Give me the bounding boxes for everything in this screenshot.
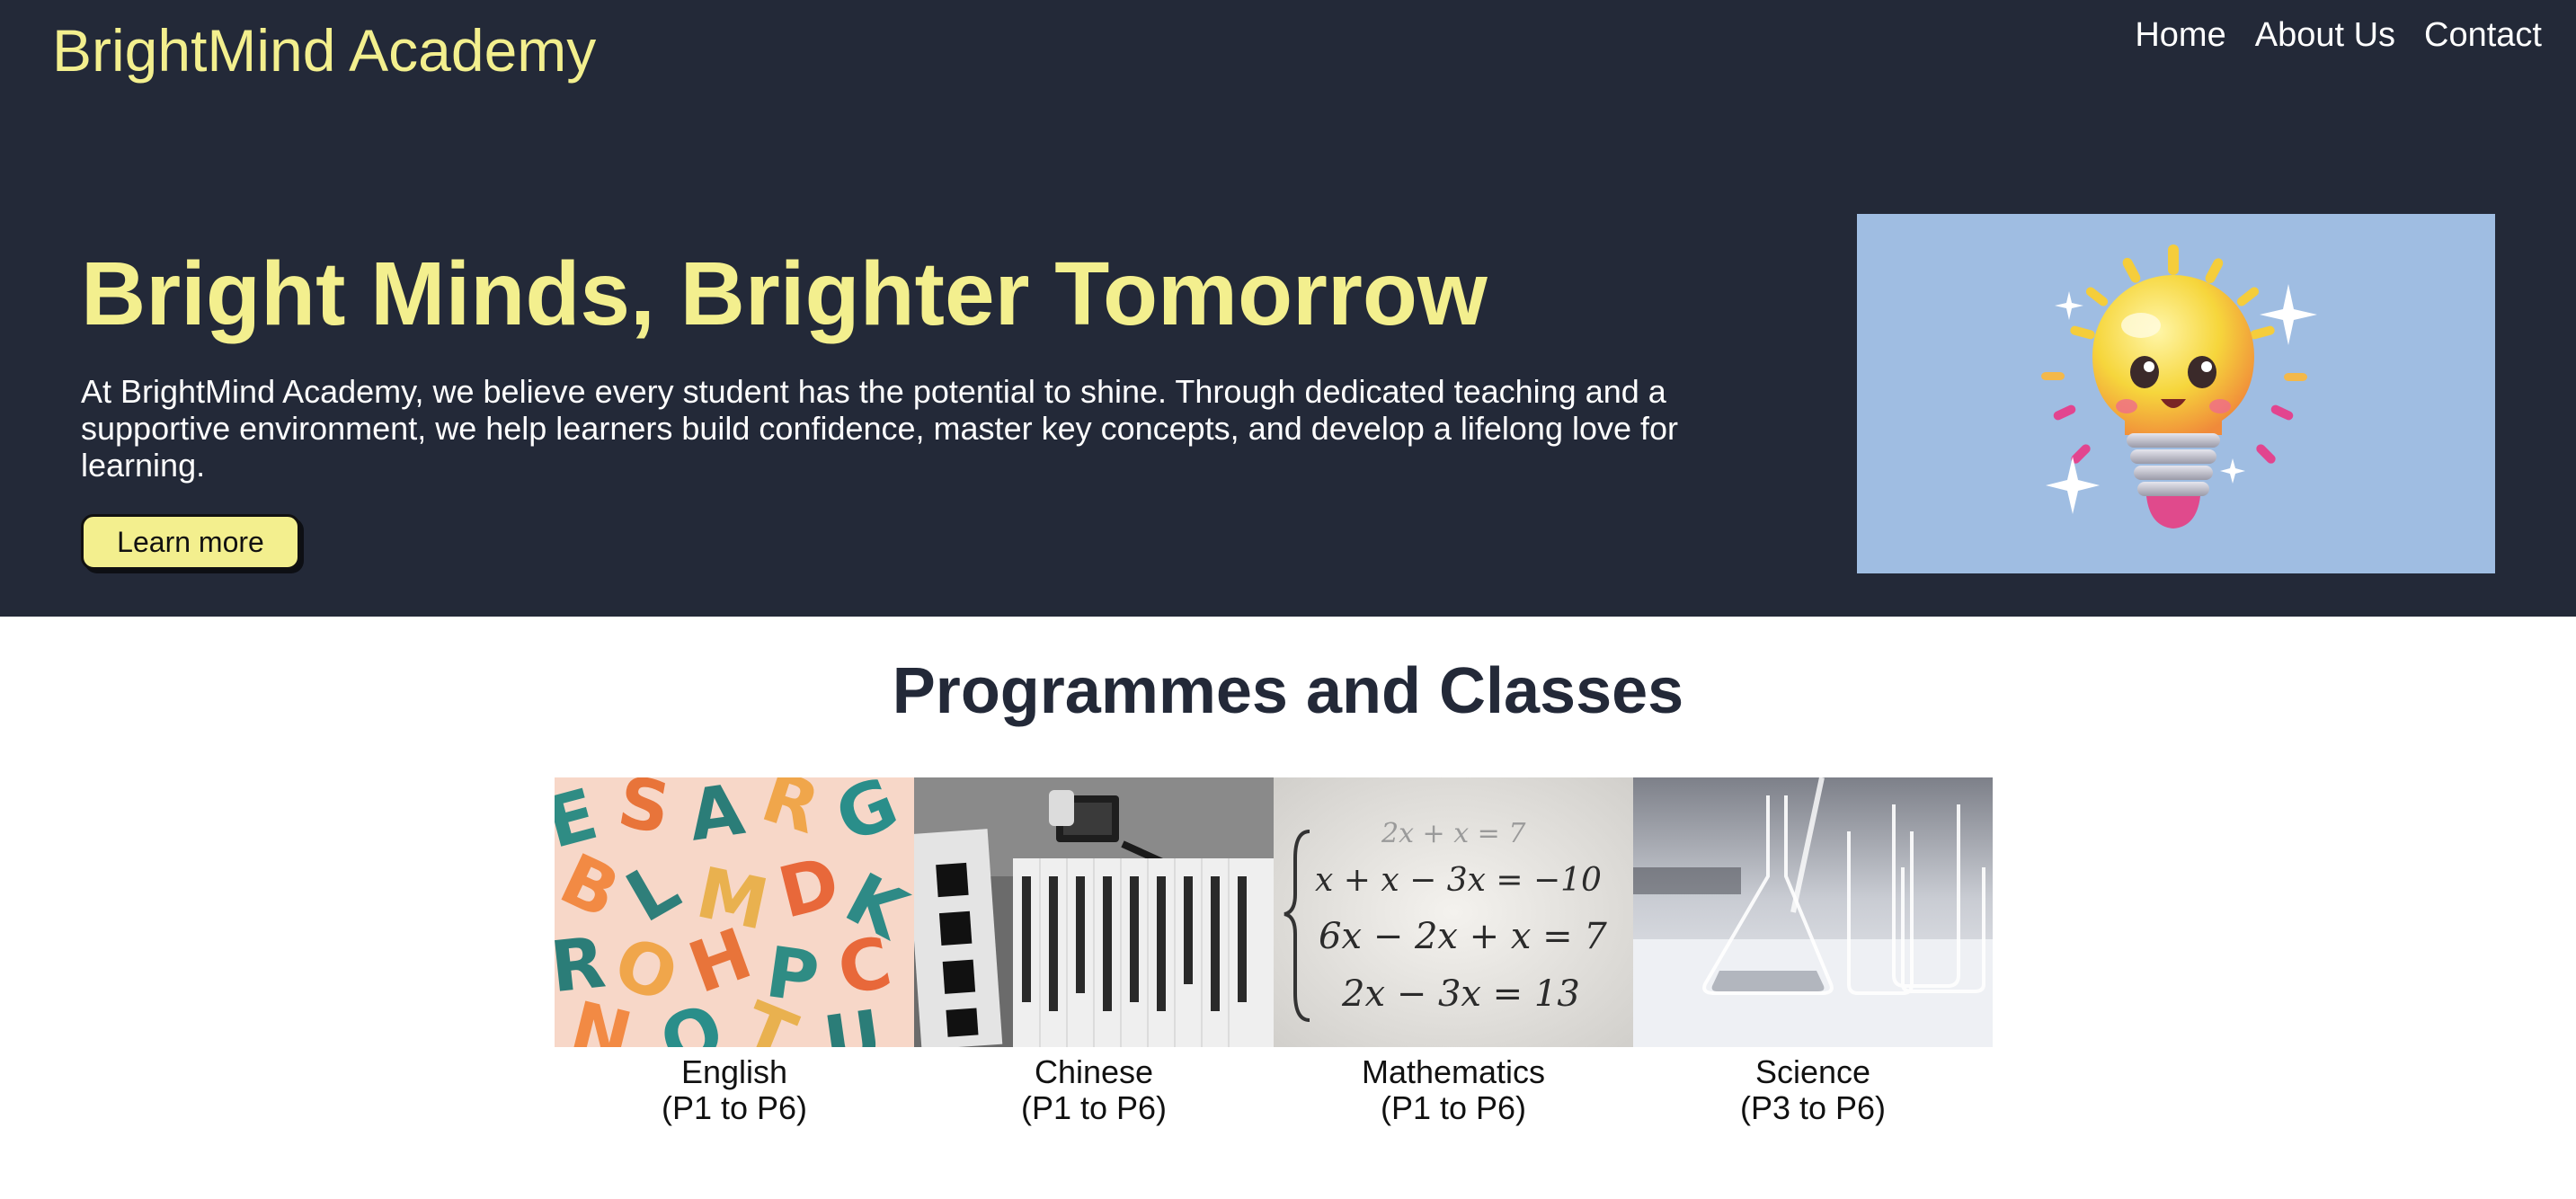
nav-about-link[interactable]: About Us xyxy=(2255,16,2395,55)
main-nav: Home About Us Contact xyxy=(2135,16,2542,55)
svg-text:x + x − 3x = −10: x + x − 3x = −10 xyxy=(1315,862,1602,899)
light-bulb-mascot-icon xyxy=(1857,214,2495,573)
hero-section: BrightMind Academy Home About Us Contact… xyxy=(0,0,2576,617)
learn-more-button[interactable]: Learn more xyxy=(81,514,300,570)
programmes-title: Programmes and Classes xyxy=(892,655,1684,727)
programme-level: (P1 to P6) xyxy=(661,1089,808,1126)
brand-logo-text[interactable]: BrightMind Academy xyxy=(52,16,596,84)
programme-level: (P3 to P6) xyxy=(1739,1089,1887,1126)
equations-photo-icon: 2x + x = 7 x + x − 3x = −10 6x − 2x + x … xyxy=(1274,777,1633,1047)
programme-level: (P1 to P6) xyxy=(1020,1089,1168,1126)
programme-card-science[interactable]: Science (P3 to P6) xyxy=(1633,777,1993,1126)
programme-card-english[interactable]: E S A R G B L M D K R O H P C N Q T U En… xyxy=(555,777,914,1126)
nav-home-link[interactable]: Home xyxy=(2135,16,2225,55)
svg-text:A: A xyxy=(684,777,749,857)
nav-contact-link[interactable]: Contact xyxy=(2424,16,2542,55)
chinese-calligraphy-photo-icon xyxy=(914,777,1274,1047)
hero-description: At BrightMind Academy, we believe every … xyxy=(81,373,1679,484)
programme-cards: E S A R G B L M D K R O H P C N Q T U En… xyxy=(555,777,1993,1126)
programme-name: English xyxy=(680,1053,788,1090)
svg-text:6x − 2x + x = 7: 6x − 2x + x = 7 xyxy=(1319,916,1607,957)
svg-text:2x − 3x = 13: 2x − 3x = 13 xyxy=(1341,973,1580,1015)
programme-level: (P1 to P6) xyxy=(1380,1089,1527,1126)
programme-card-mathematics[interactable]: 2x + x = 7 x + x − 3x = −10 6x − 2x + x … xyxy=(1274,777,1633,1126)
programme-card-chinese[interactable]: Chinese (P1 to P6) xyxy=(914,777,1274,1126)
programme-name: Science xyxy=(1754,1053,1871,1090)
hero-title: Bright Minds, Brighter Tomorrow xyxy=(81,244,1488,344)
lab-glassware-photo-icon xyxy=(1633,777,1993,1047)
alphabet-letters-photo-icon: E S A R G B L M D K R O H P C N Q T U xyxy=(555,777,914,1047)
programme-name: Chinese xyxy=(1034,1053,1154,1090)
programme-name: Mathematics xyxy=(1361,1053,1546,1090)
svg-text:2x + x = 7: 2x + x = 7 xyxy=(1381,818,1526,849)
